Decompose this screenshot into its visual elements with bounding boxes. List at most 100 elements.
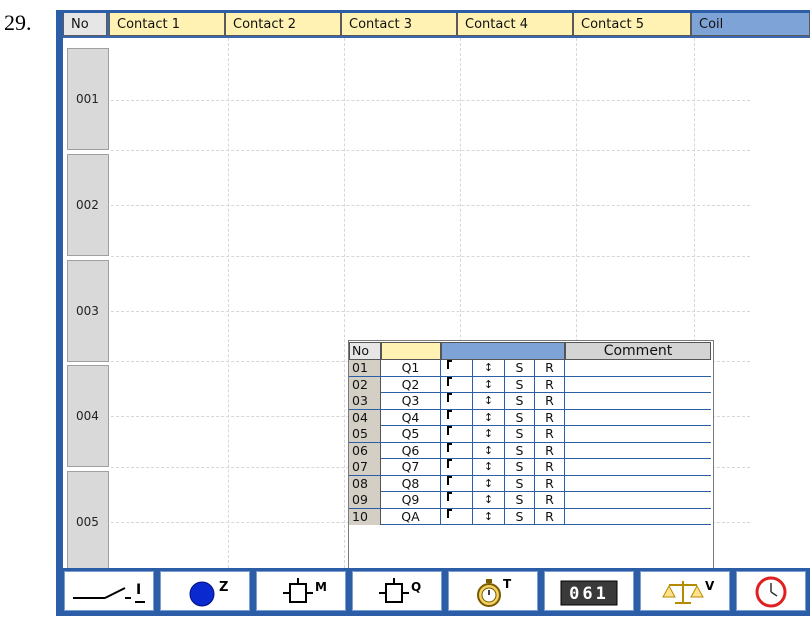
popup-header-name (381, 342, 441, 360)
counter-button[interactable]: 061 (544, 571, 634, 611)
popup-row-number: 06 (349, 442, 381, 459)
popup-row[interactable]: 01 Q1 ↕ S R (349, 360, 711, 377)
counter-icon: 061 (560, 580, 618, 606)
coil-normal-icon[interactable] (441, 492, 473, 508)
coil-normal-glyph (447, 508, 452, 511)
popup-row-set[interactable]: S (505, 475, 535, 492)
popup-row[interactable]: 04 Q4 ↕ S R (349, 409, 711, 426)
question-number: 29. (4, 10, 32, 35)
coil-pulse-icon[interactable]: ↕ (473, 508, 505, 525)
popup-row-output-name: Q6 (381, 442, 441, 459)
header-contact-2[interactable]: Contact 2 (225, 13, 341, 36)
popup-row-output-name: QA (381, 508, 441, 525)
popup-row-set[interactable]: S (505, 508, 535, 525)
balance-scale-icon: V (662, 579, 715, 604)
coil-pulse-icon[interactable]: ↕ (473, 360, 505, 376)
compare-button[interactable]: V (640, 571, 730, 611)
clock-icon (755, 576, 787, 608)
rung-line (111, 100, 750, 101)
popup-row-reset[interactable]: R (535, 459, 565, 475)
popup-row[interactable]: 10 QA ↕ S R (349, 508, 711, 525)
header-no: No (63, 13, 107, 36)
popup-row-set[interactable]: S (505, 442, 535, 459)
coil-pulse-icon[interactable]: ↕ (473, 442, 505, 459)
popup-row-reset[interactable]: R (535, 475, 565, 492)
popup-row-output-name: Q1 (381, 360, 441, 376)
rung-number-003[interactable]: 003 (67, 260, 109, 362)
input-contact-icon: I (73, 582, 145, 603)
coil-normal-icon[interactable] (441, 508, 473, 525)
input-contact-button[interactable]: I (64, 571, 154, 611)
popup-row-reset[interactable]: R (535, 360, 565, 376)
coil-pulse-icon[interactable]: ↕ (473, 492, 505, 508)
popup-row[interactable]: 05 Q5 ↕ S R (349, 426, 711, 443)
popup-row-reset[interactable]: R (535, 393, 565, 409)
grid-divider (344, 38, 345, 568)
popup-row-set[interactable]: S (505, 426, 535, 442)
rung-number-005[interactable]: 005 (67, 471, 109, 568)
popup-row-comment[interactable] (565, 509, 711, 525)
m-coil-button[interactable]: M (256, 571, 346, 611)
popup-row-set[interactable]: S (505, 409, 535, 426)
coil-pulse-icon[interactable]: ↕ (473, 459, 505, 475)
popup-row-set[interactable]: S (505, 492, 535, 508)
grid-divider (228, 38, 229, 568)
coil-pulse-icon[interactable]: ↕ (473, 426, 505, 442)
clock-button[interactable] (736, 571, 806, 611)
header-contact-5[interactable]: Contact 5 (573, 13, 691, 36)
z-button[interactable]: Z (160, 571, 250, 611)
coil-normal-icon[interactable] (441, 475, 473, 492)
popup-row-comment[interactable] (565, 476, 711, 492)
popup-row-set[interactable]: S (505, 393, 535, 409)
rung-number-004[interactable]: 004 (67, 365, 109, 467)
popup-row-reset[interactable]: R (535, 409, 565, 426)
coil-normal-icon[interactable] (441, 409, 473, 426)
popup-row[interactable]: 08 Q8 ↕ S R (349, 475, 711, 492)
coil-normal-icon[interactable] (441, 393, 473, 409)
popup-row[interactable]: 07 Q7 ↕ S R (349, 459, 711, 476)
coil-normal-icon[interactable] (441, 360, 473, 376)
popup-row-comment[interactable] (565, 492, 711, 508)
header-contact-3[interactable]: Contact 3 (341, 13, 457, 36)
coil-pulse-icon[interactable]: ↕ (473, 475, 505, 492)
coil-normal-icon[interactable] (441, 426, 473, 442)
popup-row-comment[interactable] (565, 377, 711, 393)
popup-row-set[interactable]: S (505, 376, 535, 393)
popup-row-set[interactable]: S (505, 360, 535, 376)
coil-normal-icon[interactable] (441, 376, 473, 393)
coil-normal-icon[interactable] (441, 442, 473, 459)
popup-row-output-name: Q4 (381, 409, 441, 426)
popup-row-reset[interactable]: R (535, 508, 565, 525)
popup-row-comment[interactable] (565, 426, 711, 442)
coil-icon: Q (379, 578, 421, 603)
popup-row-comment[interactable] (565, 443, 711, 459)
rung-number-label: 003 (76, 304, 99, 318)
header-coil[interactable]: Coil (691, 13, 810, 36)
popup-row-comment[interactable] (565, 410, 711, 426)
popup-row-set[interactable]: S (505, 459, 535, 475)
coil-normal-icon[interactable] (441, 459, 473, 475)
coil-pulse-icon[interactable]: ↕ (473, 393, 505, 409)
coil-pulse-icon[interactable]: ↕ (473, 376, 505, 393)
header-contact-4[interactable]: Contact 4 (457, 13, 573, 36)
coil-pulse-icon[interactable]: ↕ (473, 409, 505, 426)
popup-row[interactable]: 06 Q6 ↕ S R (349, 442, 711, 459)
popup-row-reset[interactable]: R (535, 442, 565, 459)
rung-number-002[interactable]: 002 (67, 154, 109, 256)
popup-row-comment[interactable] (565, 459, 711, 475)
popup-row[interactable]: 02 Q2 ↕ S R (349, 376, 711, 393)
q-coil-button[interactable]: Q (352, 571, 442, 611)
popup-row[interactable]: 03 Q3 ↕ S R (349, 393, 711, 410)
popup-row[interactable]: 09 Q9 ↕ S R (349, 492, 711, 509)
popup-row-reset[interactable]: R (535, 376, 565, 393)
rung-number-001[interactable]: 001 (67, 48, 109, 150)
popup-row-comment[interactable] (565, 393, 711, 409)
popup-row-reset[interactable]: R (535, 492, 565, 508)
popup-row-reset[interactable]: R (535, 426, 565, 442)
popup-row-comment[interactable] (565, 360, 711, 376)
ladder-header-row: No Contact 1 Contact 2 Contact 3 Contact… (63, 13, 810, 38)
rung-number-label: 001 (76, 92, 99, 106)
timer-button[interactable]: T (448, 571, 538, 611)
header-contact-1[interactable]: Contact 1 (109, 13, 225, 36)
rung-line (111, 311, 750, 312)
